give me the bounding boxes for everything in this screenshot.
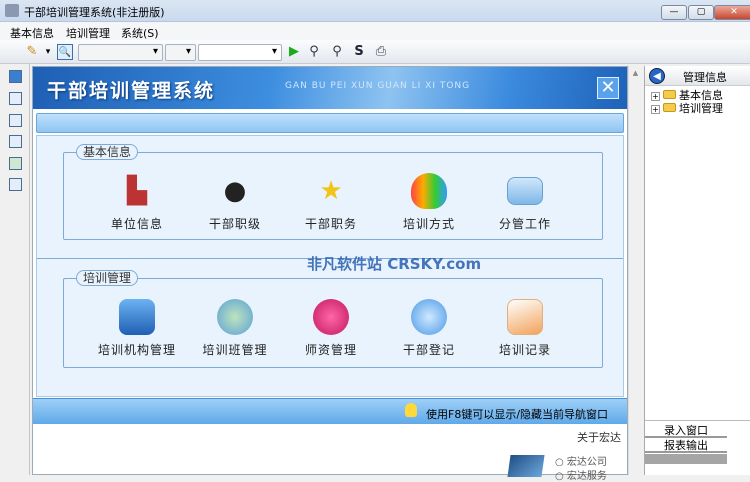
- group-basic-info: 基本信息 ▙ 单位信息 ● 干部职级 ★ 干部职务 培训方式 分管工作: [63, 144, 603, 240]
- combo-2[interactable]: [165, 44, 196, 61]
- item-unit-info[interactable]: ▙ 单位信息: [92, 173, 182, 232]
- banner: 干部培训管理系统 GAN BU PEI XUN GUAN LI XI TONG …: [33, 67, 627, 109]
- star-icon: ★: [319, 176, 343, 206]
- tree-icon[interactable]: [9, 92, 22, 105]
- notes-icon: [507, 299, 543, 335]
- item-cadre-register[interactable]: 干部登记: [384, 299, 474, 358]
- combo-1[interactable]: [78, 44, 163, 61]
- tree-item-training[interactable]: + 培训管理: [651, 100, 723, 116]
- item-teachers[interactable]: 师资管理: [286, 299, 376, 358]
- dropdown-arrow-icon[interactable]: ▾: [40, 44, 56, 60]
- item-division-work[interactable]: 分管工作: [480, 173, 570, 232]
- back-icon[interactable]: ◀: [649, 68, 665, 84]
- group-icon: [411, 299, 447, 335]
- content-area: 基本信息 ▙ 单位信息 ● 干部职级 ★ 干部职务 培训方式 分管工作 培训管理 培训…: [36, 135, 624, 397]
- finder-icon: [119, 299, 155, 335]
- find-user-icon[interactable]: ⚲: [306, 44, 322, 60]
- document-icon[interactable]: [9, 135, 22, 148]
- refresh-icon[interactable]: S: [351, 44, 367, 60]
- link-company[interactable]: ○ 宏达公司: [555, 453, 607, 468]
- print-icon[interactable]: ⎙: [373, 44, 389, 60]
- group-label: 基本信息: [76, 144, 139, 160]
- class-icon: [217, 299, 253, 335]
- right-panel-title: 管理信息: [683, 71, 727, 84]
- left-icon-strip: [0, 64, 30, 475]
- pencil-icon[interactable]: ✎: [24, 44, 40, 60]
- find-user-minus-icon[interactable]: ⚲: [329, 44, 345, 60]
- sub-bar: [36, 113, 624, 133]
- group-training: 培训管理 培训机构管理 培训班管理 师资管理 干部登记 培训记录: [63, 270, 603, 368]
- scrollbar[interactable]: ▲: [628, 66, 642, 475]
- window-title: 干部培训管理系统(非注册版): [24, 6, 165, 19]
- building-icon: ▙: [127, 176, 147, 206]
- group-label: 培训管理: [76, 270, 139, 286]
- item-training-org[interactable]: 培训机构管理: [92, 299, 182, 358]
- link-service-label[interactable]: 宏达服务: [567, 471, 607, 482]
- watermark: 非凡软件站 CRSKY.com: [307, 255, 482, 273]
- divider: [645, 420, 750, 421]
- maximize-button[interactable]: ▢: [688, 5, 714, 20]
- lightbulb-icon: [405, 403, 417, 417]
- monitor-icon: [507, 177, 543, 205]
- butterfly-icon: [411, 173, 447, 209]
- banner-title: 干部培训管理系统: [47, 80, 216, 102]
- chart-icon[interactable]: [9, 157, 22, 170]
- laptop-image: [507, 455, 545, 477]
- combo-3[interactable]: [198, 44, 282, 61]
- report-output-button[interactable]: 报表输出: [645, 439, 727, 453]
- run-icon[interactable]: ▶: [286, 44, 302, 60]
- item-training-class[interactable]: 培训班管理: [190, 299, 280, 358]
- about-title: 关于宏达: [577, 431, 621, 444]
- app-icon: [5, 4, 19, 17]
- users-icon: ●: [223, 176, 247, 206]
- preview-icon[interactable]: 🔍: [57, 44, 73, 60]
- teachers-icon: [313, 299, 349, 335]
- close-button[interactable]: ✕: [714, 5, 750, 20]
- banner-pinyin: GAN BU PEI XUN GUAN LI XI TONG: [285, 81, 471, 91]
- menu-bar: 基本信息 培训管理 系统(S): [0, 22, 750, 40]
- list-icon[interactable]: [9, 114, 22, 127]
- trash-icon[interactable]: [9, 178, 22, 191]
- menu-system[interactable]: 系统(S): [121, 25, 159, 41]
- tree-label: 培训管理: [679, 102, 723, 115]
- minimize-button[interactable]: —: [661, 5, 687, 20]
- right-panel: ◀ 管理信息 + 基本信息 + 培训管理 录入窗口 报表输出: [644, 66, 750, 475]
- tip-text: 使用F8键可以显示/隐藏当前导航窗口: [426, 408, 609, 421]
- item-training-method[interactable]: 培训方式: [384, 173, 474, 232]
- close-panel-button[interactable]: ✕: [597, 77, 619, 99]
- tip-bar: 使用F8键可以显示/隐藏当前导航窗口: [33, 398, 627, 424]
- entry-window-button[interactable]: 录入窗口: [645, 424, 727, 438]
- title-bar: 干部培训管理系统(非注册版) — ▢ ✕: [0, 0, 750, 22]
- right-panel-header: ◀ 管理信息: [645, 66, 750, 86]
- item-cadre-post[interactable]: ★ 干部职务: [286, 173, 376, 232]
- item-cadre-rank[interactable]: ● 干部职级: [190, 173, 280, 232]
- toolbar: ✎ ▾ 🔍 ▶ ⚲ ⚲ S ⎙: [0, 40, 750, 64]
- menu-basic-info[interactable]: 基本信息: [10, 25, 54, 41]
- navigation-panel: 干部培训管理系统 GAN BU PEI XUN GUAN LI XI TONG …: [32, 66, 628, 482]
- menu-training[interactable]: 培训管理: [66, 25, 110, 41]
- item-training-record[interactable]: 培训记录: [480, 299, 570, 358]
- empty-button[interactable]: [645, 454, 727, 464]
- nav-window-icon[interactable]: [9, 70, 22, 83]
